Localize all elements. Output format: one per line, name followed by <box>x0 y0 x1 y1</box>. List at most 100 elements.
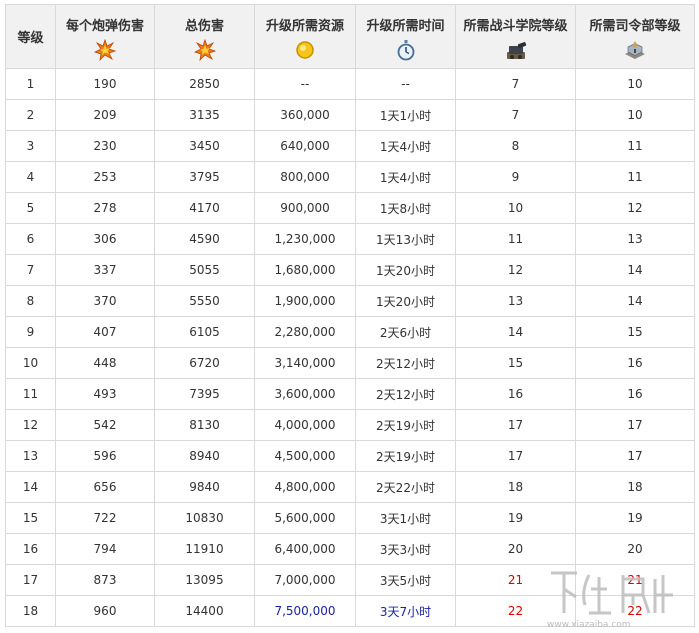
table-row: 10 448 6720 3,140,000 2天12小时 15 16 <box>5 347 695 379</box>
cell-time: 2天19小时 <box>355 440 456 472</box>
cell-time: 1天8小时 <box>355 192 456 224</box>
fire-burst-icon <box>93 38 117 62</box>
cell-total-damage: 8130 <box>154 409 255 441</box>
upgrade-table: 等级 每个炮弹伤害 总伤害 升级所需资源 升级所需时间 所需战斗学院等级 所需司… <box>5 4 695 627</box>
cell-resources: 3,140,000 <box>254 347 356 379</box>
cell-level: 14 <box>5 471 56 503</box>
gold-coin-icon <box>296 41 314 59</box>
table-body: 1 190 2850 -- -- 7 10 2 209 3135 360,000 1天1小时 7 10 3 2… <box>5 68 695 627</box>
cell-academy-level: 16 <box>455 378 576 410</box>
cell-academy-level: 22 <box>455 595 576 627</box>
cell-shell-damage: 493 <box>55 378 155 410</box>
cell-shell-damage: 656 <box>55 471 155 503</box>
cell-shell-damage: 596 <box>55 440 155 472</box>
header-academy-level: 所需战斗学院等级 <box>455 4 576 69</box>
cell-resources: 4,500,000 <box>254 440 356 472</box>
cell-hq-level: 19 <box>575 502 695 534</box>
cell-shell-damage: 278 <box>55 192 155 224</box>
table-row: 14 656 9840 4,800,000 2天22小时 18 18 <box>5 471 695 503</box>
cell-shell-damage: 448 <box>55 347 155 379</box>
header-total-damage: 总伤害 <box>154 4 255 69</box>
cell-hq-level: 10 <box>575 68 695 100</box>
cell-academy-level: 20 <box>455 533 576 565</box>
cell-academy-level: 19 <box>455 502 576 534</box>
cell-academy-level: 11 <box>455 223 576 255</box>
cell-level: 4 <box>5 161 56 193</box>
cell-shell-damage: 209 <box>55 99 155 131</box>
table-row: 8 370 5550 1,900,000 1天20小时 13 14 <box>5 285 695 317</box>
cell-shell-damage: 253 <box>55 161 155 193</box>
cell-time: 2天12小时 <box>355 378 456 410</box>
table-row: 17 873 13095 7,000,000 3天5小时 21 21 <box>5 564 695 596</box>
cell-total-damage: 14400 <box>154 595 255 627</box>
cell-hq-level: 12 <box>575 192 695 224</box>
cell-resources: 360,000 <box>254 99 356 131</box>
cell-total-damage: 8940 <box>154 440 255 472</box>
cell-hq-level: 17 <box>575 409 695 441</box>
cell-total-damage: 3135 <box>154 99 255 131</box>
table-row: 2 209 3135 360,000 1天1小时 7 10 <box>5 99 695 131</box>
cell-academy-level: 17 <box>455 409 576 441</box>
header-label: 升级所需资源 <box>265 19 344 34</box>
cell-hq-level: 20 <box>575 533 695 565</box>
headquarters-icon <box>625 41 645 59</box>
cell-hq-level: 13 <box>575 223 695 255</box>
cell-total-damage: 6105 <box>154 316 255 348</box>
cell-resources: 1,230,000 <box>254 223 356 255</box>
table-row: 7 337 5055 1,680,000 1天20小时 12 14 <box>5 254 695 286</box>
table-row: 5 278 4170 900,000 1天8小时 10 12 <box>5 192 695 224</box>
table-row: 15 722 10830 5,600,000 3天1小时 19 19 <box>5 502 695 534</box>
cell-total-damage: 5550 <box>154 285 255 317</box>
cell-level: 6 <box>5 223 56 255</box>
cell-level: 7 <box>5 254 56 286</box>
cell-total-damage: 3450 <box>154 130 255 162</box>
cell-time: 3天3小时 <box>355 533 456 565</box>
cell-academy-level: 14 <box>455 316 576 348</box>
stopwatch-icon <box>397 40 414 61</box>
cell-level: 18 <box>5 595 56 627</box>
table-row: 1 190 2850 -- -- 7 10 <box>5 68 695 100</box>
cell-academy-level: 15 <box>455 347 576 379</box>
cell-level: 9 <box>5 316 56 348</box>
cell-resources: 900,000 <box>254 192 356 224</box>
header-label: 升级所需时间 <box>366 19 445 34</box>
cell-level: 1 <box>5 68 56 100</box>
cell-total-damage: 10830 <box>154 502 255 534</box>
cell-hq-level: 14 <box>575 285 695 317</box>
table-row: 6 306 4590 1,230,000 1天13小时 11 13 <box>5 223 695 255</box>
table-row: 4 253 3795 800,000 1天4小时 9 11 <box>5 161 695 193</box>
cell-time: 2天6小时 <box>355 316 456 348</box>
cell-shell-damage: 230 <box>55 130 155 162</box>
cell-level: 11 <box>5 378 56 410</box>
cell-shell-damage: 337 <box>55 254 155 286</box>
header-hq-level: 所需司令部等级 <box>575 4 695 69</box>
header-upgrade-resources: 升级所需资源 <box>254 4 356 69</box>
header-row: 等级 每个炮弹伤害 总伤害 升级所需资源 升级所需时间 所需战斗学院等级 所需司… <box>5 4 695 69</box>
cell-shell-damage: 190 <box>55 68 155 100</box>
cell-resources: 7,500,000 <box>254 595 356 627</box>
fire-burst-icon <box>193 38 216 62</box>
cell-time: -- <box>355 68 456 100</box>
cell-academy-level: 10 <box>455 192 576 224</box>
cell-time: 2天22小时 <box>355 471 456 503</box>
cell-shell-damage: 407 <box>55 316 155 348</box>
cell-level: 16 <box>5 533 56 565</box>
cell-academy-level: 12 <box>455 254 576 286</box>
cell-time: 3天1小时 <box>355 502 456 534</box>
cell-total-damage: 3795 <box>154 161 255 193</box>
table-row: 12 542 8130 4,000,000 2天19小时 17 17 <box>5 409 695 441</box>
cell-level: 17 <box>5 564 56 596</box>
cell-level: 2 <box>5 99 56 131</box>
header-shell-damage: 每个炮弹伤害 <box>55 4 155 69</box>
cell-total-damage: 13095 <box>154 564 255 596</box>
cell-hq-level: 10 <box>575 99 695 131</box>
table-row: 11 493 7395 3,600,000 2天12小时 16 16 <box>5 378 695 410</box>
cell-hq-level: 16 <box>575 378 695 410</box>
cell-resources: 3,600,000 <box>254 378 356 410</box>
academy-cannon-icon <box>506 42 526 59</box>
table-row: 3 230 3450 640,000 1天4小时 8 11 <box>5 130 695 162</box>
cell-shell-damage: 306 <box>55 223 155 255</box>
cell-resources: 1,680,000 <box>254 254 356 286</box>
cell-academy-level: 9 <box>455 161 576 193</box>
cell-hq-level: 14 <box>575 254 695 286</box>
